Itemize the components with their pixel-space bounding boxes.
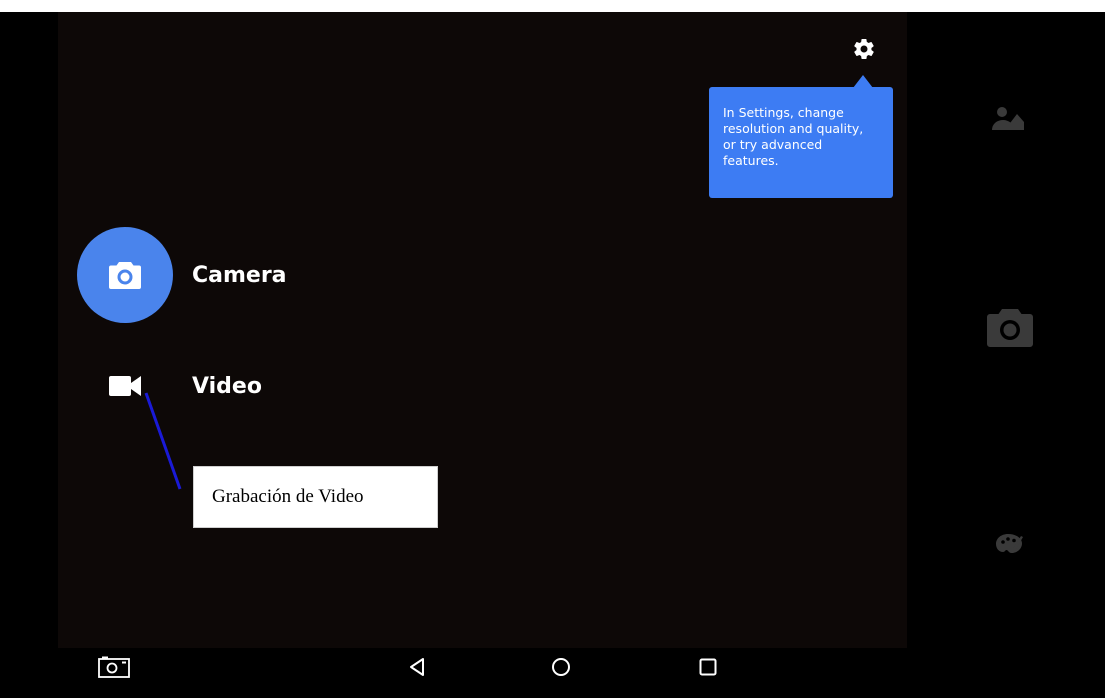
annotation-label-box: Grabación de Video — [193, 466, 438, 528]
settings-tooltip[interactable]: In Settings, change resolution and quali… — [709, 87, 893, 198]
gear-icon — [854, 39, 874, 60]
camera-icon — [109, 262, 141, 289]
tooltip-text: In Settings, change resolution and quali… — [723, 105, 864, 168]
mode-camera-circle[interactable] — [77, 227, 173, 323]
video-camera-icon — [109, 376, 141, 396]
settings-button[interactable] — [845, 30, 883, 68]
screenshot-button[interactable] — [97, 650, 131, 684]
home-icon — [552, 658, 570, 676]
shutter-button[interactable] — [985, 305, 1035, 349]
filters-button[interactable] — [993, 530, 1025, 558]
home-button[interactable] — [544, 650, 578, 684]
palette-icon — [996, 534, 1023, 553]
recents-button[interactable] — [691, 650, 725, 684]
back-icon — [410, 658, 424, 676]
mode-video-label: Video — [192, 373, 262, 399]
gallery-button[interactable] — [990, 104, 1026, 132]
annotation-text: Grabación de Video — [212, 486, 364, 507]
camera-shutter-icon — [987, 309, 1033, 347]
mode-video-circle[interactable] — [77, 338, 173, 434]
screenshot-icon — [98, 656, 130, 678]
mode-camera-label: Camera — [192, 262, 287, 288]
mode-video[interactable]: Video — [77, 338, 262, 434]
recents-icon — [699, 658, 717, 676]
mode-camera[interactable]: Camera — [77, 227, 287, 323]
back-button[interactable] — [400, 650, 434, 684]
gallery-icon — [992, 107, 1024, 130]
